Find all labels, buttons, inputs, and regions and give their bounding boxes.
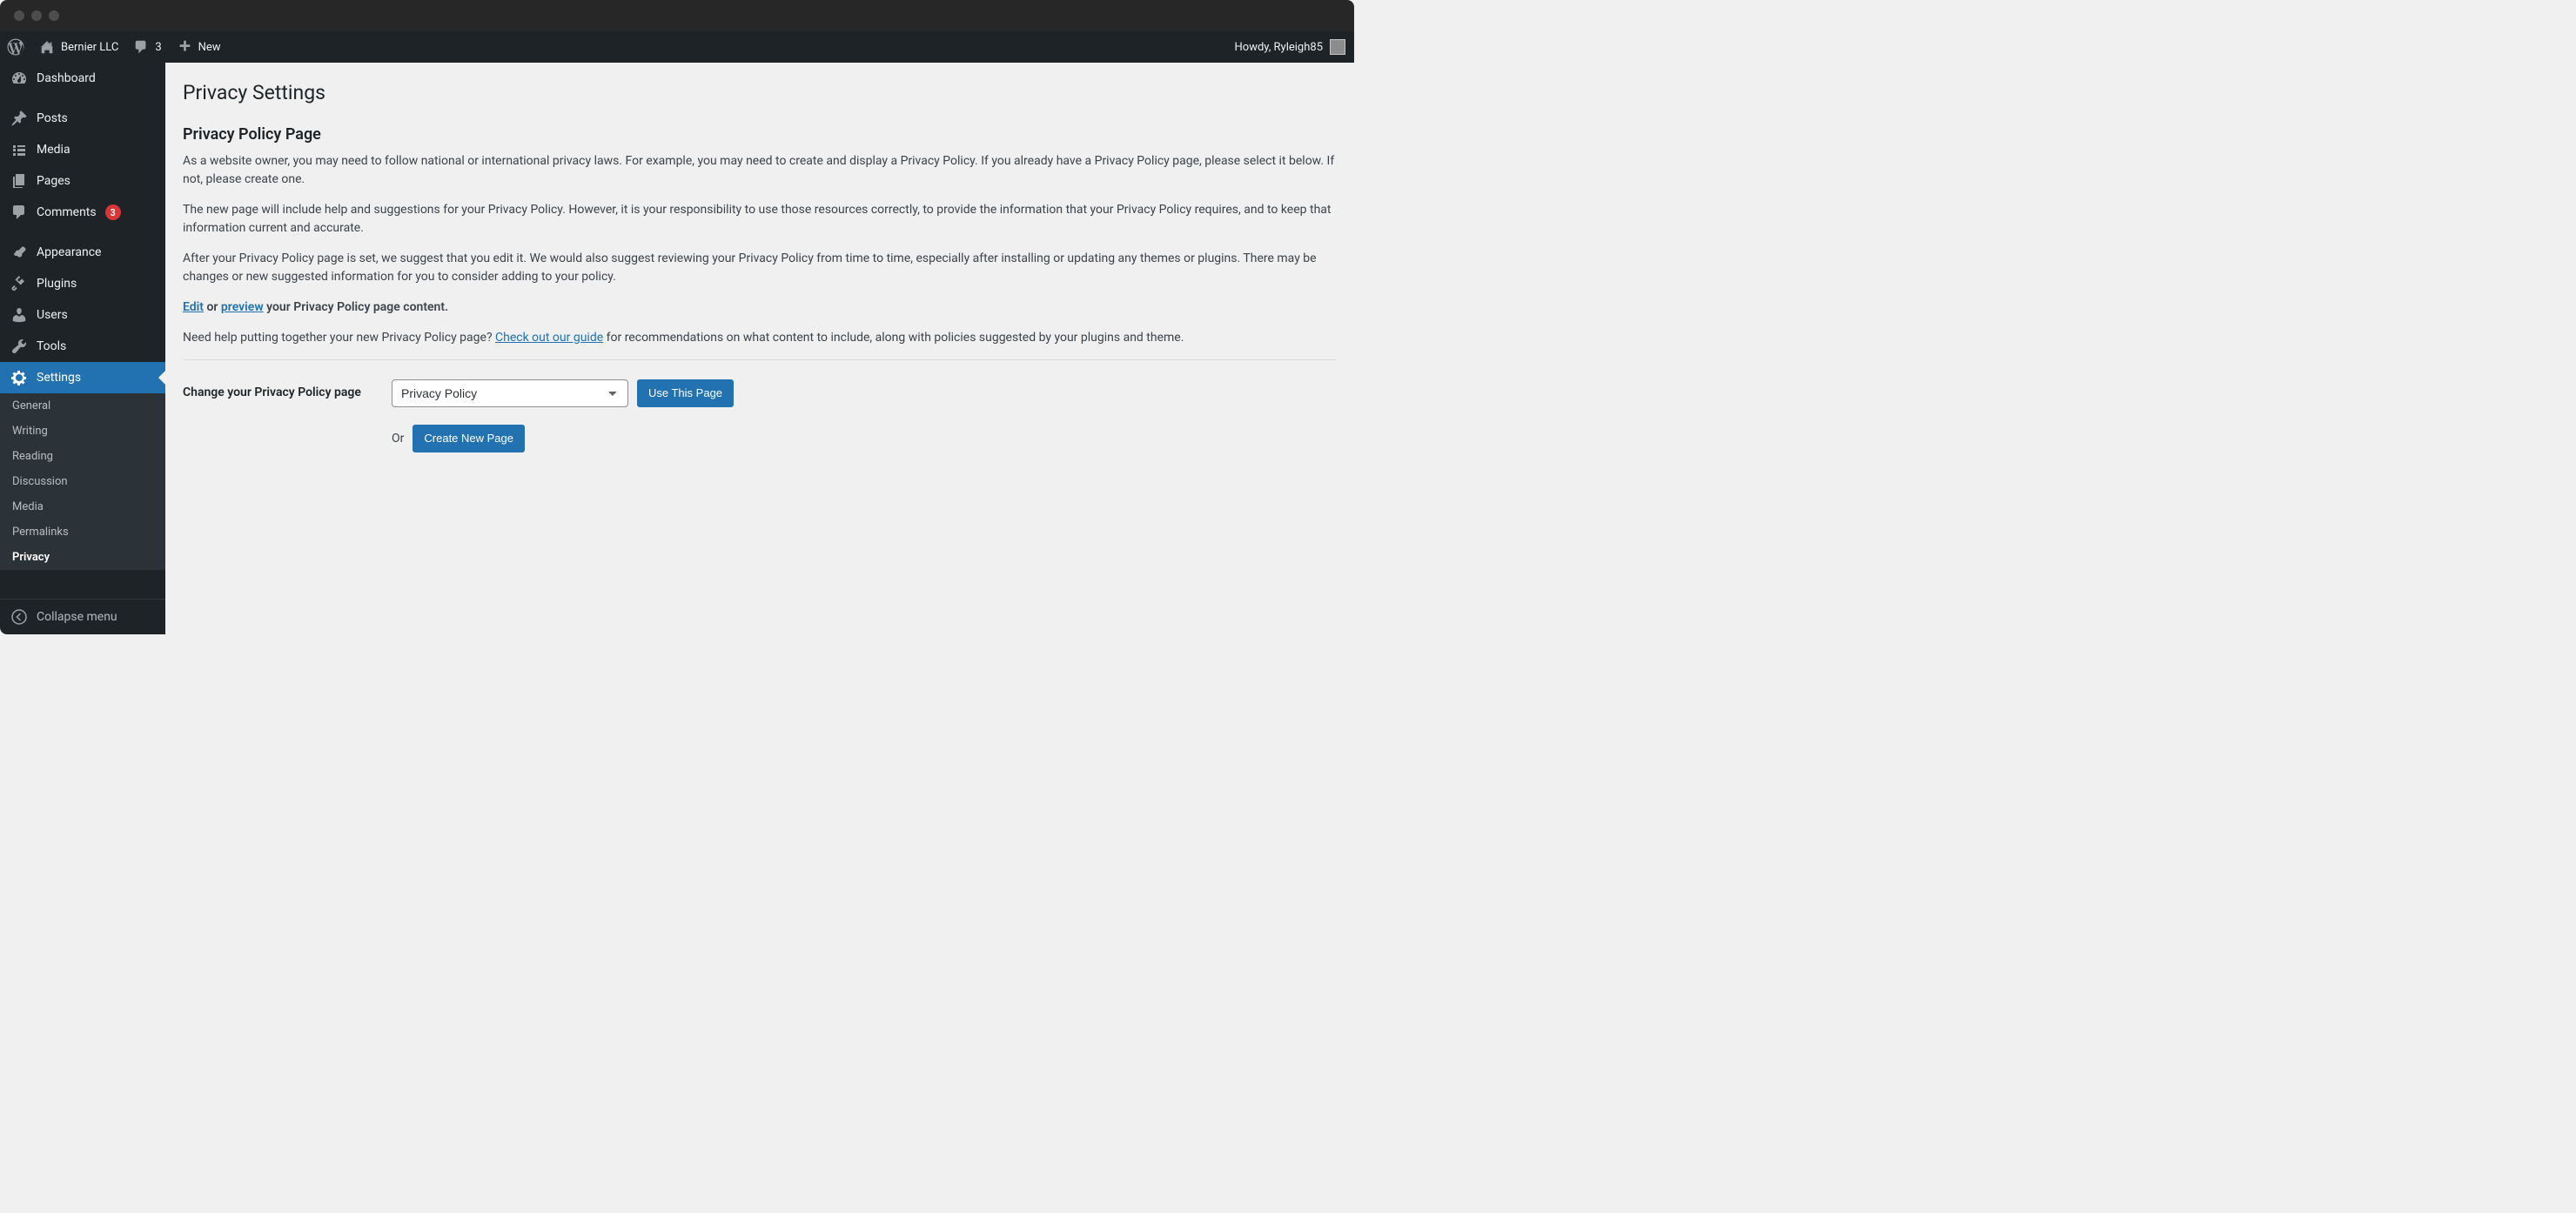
- settings-submenu: General Writing Reading Discussion Media…: [0, 393, 165, 570]
- main-content: Privacy Settings Privacy Policy Page As …: [165, 63, 1354, 634]
- wrench-icon: [10, 338, 28, 355]
- wordpress-icon: [7, 38, 24, 56]
- page-icon: [10, 172, 28, 190]
- window-titlebar: [0, 0, 1354, 31]
- help-line: Need help putting together your new Priv…: [183, 329, 1337, 347]
- admin-sidebar: Dashboard Posts Media Pages Comments 3: [0, 63, 165, 634]
- pin-icon: [10, 110, 28, 127]
- media-icon: [10, 141, 28, 158]
- submenu-permalinks[interactable]: Permalinks: [0, 519, 165, 545]
- sidebar-label-users: Users: [37, 308, 68, 322]
- divider: [183, 359, 1337, 360]
- submenu-reading[interactable]: Reading: [0, 444, 165, 469]
- page-title: Privacy Settings: [183, 73, 1337, 108]
- sidebar-item-posts[interactable]: Posts: [0, 103, 165, 134]
- new-button[interactable]: New: [169, 31, 228, 63]
- privacy-page-select[interactable]: Privacy Policy: [392, 379, 628, 407]
- window-dot-zoom[interactable]: [49, 10, 59, 21]
- collapse-menu-button[interactable]: Collapse menu: [0, 599, 165, 634]
- sidebar-item-appearance[interactable]: Appearance: [0, 237, 165, 268]
- collapse-icon: [10, 608, 28, 626]
- sidebar-item-media[interactable]: Media: [0, 134, 165, 165]
- sidebar-label-tools: Tools: [37, 339, 66, 353]
- sidebar-label-plugins: Plugins: [37, 277, 77, 291]
- sidebar-item-tools[interactable]: Tools: [0, 331, 165, 362]
- plugin-icon: [10, 275, 28, 292]
- sidebar-label-dashboard: Dashboard: [37, 71, 96, 85]
- wp-logo-button[interactable]: [0, 31, 31, 63]
- sidebar-item-users[interactable]: Users: [0, 299, 165, 331]
- sidebar-item-plugins[interactable]: Plugins: [0, 268, 165, 299]
- sidebar-item-dashboard[interactable]: Dashboard: [0, 63, 165, 94]
- comments-count: 3: [155, 41, 161, 54]
- submenu-discussion[interactable]: Discussion: [0, 469, 165, 494]
- submenu-writing[interactable]: Writing: [0, 419, 165, 444]
- sidebar-label-appearance: Appearance: [37, 245, 101, 259]
- or-label: Or: [392, 432, 404, 446]
- intro-paragraph-3: After your Privacy Policy page is set, w…: [183, 250, 1337, 286]
- change-page-label: Change your Privacy Policy page: [183, 379, 392, 470]
- admin-bar: Bernier LLC 3 New Howdy, Ryleigh85: [0, 31, 1354, 63]
- site-name-label: Bernier LLC: [61, 41, 118, 54]
- site-name-button[interactable]: Bernier LLC: [31, 31, 125, 63]
- sidebar-label-media: Media: [37, 143, 70, 157]
- brush-icon: [10, 244, 28, 261]
- avatar-icon: [1330, 39, 1345, 55]
- comments-button[interactable]: 3: [125, 31, 168, 63]
- home-icon: [38, 38, 56, 56]
- preview-link[interactable]: preview: [221, 300, 264, 314]
- section-heading: Privacy Policy Page: [183, 125, 1337, 144]
- comment-icon: [10, 204, 28, 221]
- guide-link[interactable]: Check out our guide: [495, 331, 603, 345]
- change-page-row: Change your Privacy Policy page Privacy …: [183, 379, 1337, 470]
- settings-icon: [10, 369, 28, 386]
- submenu-general[interactable]: General: [0, 393, 165, 419]
- edit-preview-line: Edit or preview your Privacy Policy page…: [183, 298, 1337, 317]
- use-this-page-button[interactable]: Use This Page: [637, 379, 734, 407]
- sidebar-label-pages: Pages: [37, 174, 70, 188]
- sidebar-label-comments: Comments: [37, 205, 97, 219]
- edit-link[interactable]: Edit: [183, 300, 204, 314]
- comments-badge: 3: [105, 204, 121, 220]
- submenu-privacy[interactable]: Privacy: [0, 545, 165, 570]
- sidebar-label-settings: Settings: [37, 371, 81, 385]
- sidebar-item-comments[interactable]: Comments 3: [0, 197, 165, 228]
- sidebar-item-pages[interactable]: Pages: [0, 165, 165, 197]
- intro-paragraph-2: The new page will include help and sugge…: [183, 201, 1337, 238]
- new-label: New: [198, 41, 221, 54]
- dashboard-icon: [10, 70, 28, 87]
- howdy-text: Howdy, Ryleigh85: [1235, 41, 1324, 54]
- collapse-label: Collapse menu: [37, 610, 117, 624]
- sidebar-label-posts: Posts: [37, 111, 68, 125]
- user-icon: [10, 306, 28, 324]
- window-dot-minimize[interactable]: [31, 10, 42, 21]
- sidebar-item-settings[interactable]: Settings: [0, 362, 165, 393]
- window-dot-close[interactable]: [14, 10, 24, 21]
- account-button[interactable]: Howdy, Ryleigh85: [1235, 39, 1355, 55]
- submenu-media[interactable]: Media: [0, 494, 165, 519]
- create-new-page-button[interactable]: Create New Page: [413, 425, 525, 452]
- plus-icon: [176, 38, 193, 56]
- comment-icon: [132, 38, 150, 56]
- intro-paragraph-1: As a website owner, you may need to foll…: [183, 152, 1337, 189]
